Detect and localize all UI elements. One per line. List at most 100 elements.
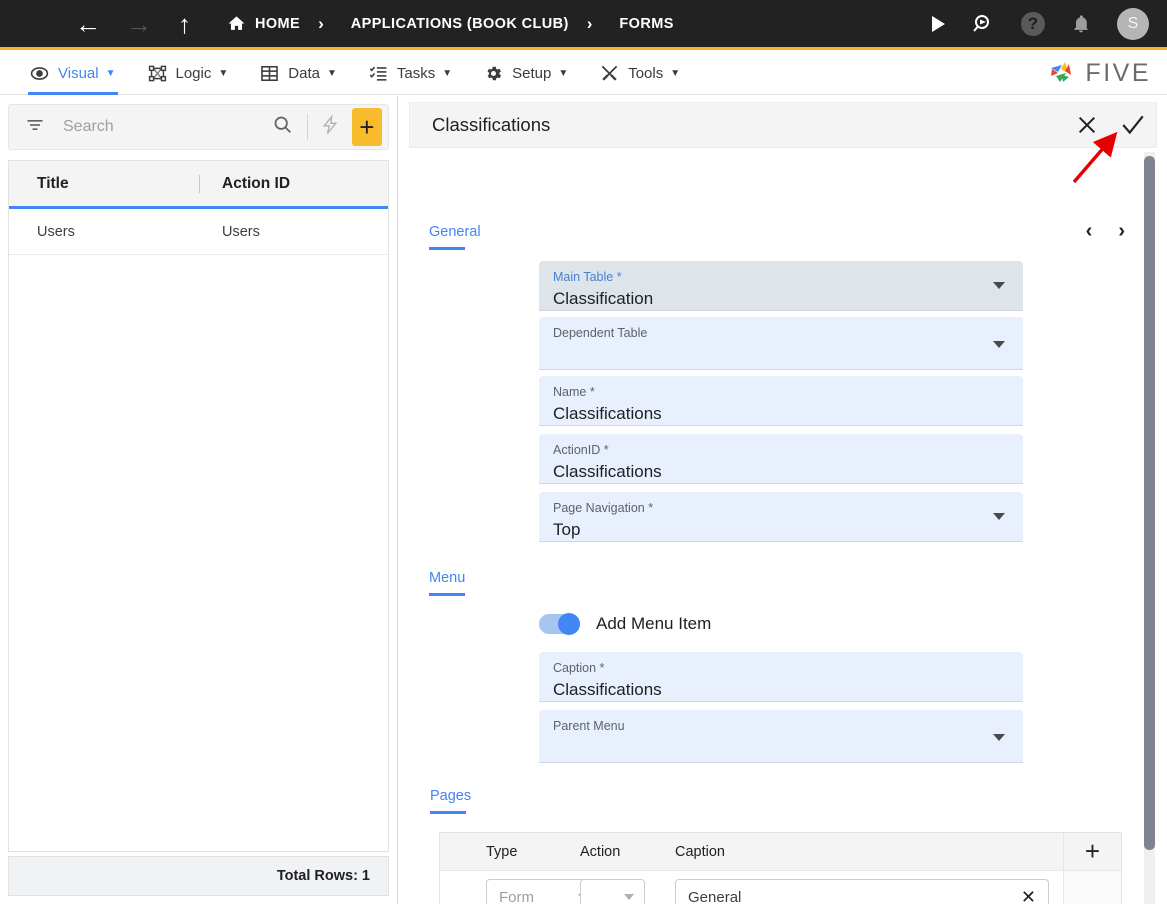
field-label: Name * <box>553 385 595 399</box>
chevron-down-icon: ▼ <box>558 68 569 79</box>
chevron-down-icon: ▼ <box>326 68 337 79</box>
chevron-down-icon: ▼ <box>218 68 229 79</box>
add-form-button[interactable]: + <box>351 108 382 146</box>
module-menu-bar: Visual ▼ Logic ▼ Data ▼ Tasks ▼ Setup ▼ … <box>0 53 1167 95</box>
back-arrow-icon[interactable]: ← <box>75 11 101 37</box>
field-name[interactable]: Name * Classifications <box>539 376 1023 426</box>
action-select[interactable] <box>580 879 645 904</box>
toggle-knob <box>558 613 580 635</box>
table-icon <box>260 64 279 83</box>
clear-caption-icon[interactable]: ✕ <box>1021 887 1036 904</box>
add-menu-item-toggle[interactable] <box>539 613 580 635</box>
column-header-caption: Caption <box>675 843 725 860</box>
field-dependent-table[interactable]: Dependent Table <box>539 317 1023 370</box>
add-page-button[interactable]: + <box>1063 832 1121 871</box>
five-brand-logo: FIVE <box>1049 59 1151 88</box>
menu-label-setup: Setup <box>512 65 552 82</box>
forms-list-panel: + Title Action ID Users Users Total Rows… <box>0 96 398 904</box>
field-parent-menu[interactable]: Parent Menu <box>539 710 1023 763</box>
field-main-table[interactable]: Main Table * Classification <box>539 261 1023 311</box>
field-label: Caption * <box>553 661 605 675</box>
column-header-action: Action <box>580 843 621 860</box>
add-menu-item-row: Add Menu Item <box>539 613 712 635</box>
field-caption[interactable]: Caption * Classifications <box>539 652 1023 702</box>
filter-icon[interactable] <box>25 115 45 140</box>
field-action-id[interactable]: ActionID * Classifications <box>539 434 1023 484</box>
play-icon[interactable] <box>932 15 945 32</box>
lightning-bolt-icon[interactable] <box>320 113 340 141</box>
bell-icon[interactable] <box>1071 13 1091 35</box>
table-row[interactable]: Users Users <box>9 209 388 255</box>
field-page-navigation[interactable]: Page Navigation * Top <box>539 492 1023 542</box>
form-scrollbar-thumb[interactable] <box>1144 156 1155 850</box>
search-input[interactable] <box>61 117 272 137</box>
field-value: Classification <box>553 289 654 308</box>
dropdown-caret-icon[interactable] <box>993 282 1005 289</box>
section-tab-pages[interactable]: Pages <box>430 788 471 814</box>
dropdown-caret-icon[interactable] <box>993 734 1005 741</box>
cell-caption: General ✕ <box>675 879 1063 904</box>
toggle-label: Add Menu Item <box>596 614 712 633</box>
menu-item-tasks[interactable]: Tasks ▼ <box>367 53 454 95</box>
pages-table: Type Action Caption + Form General ✕ <box>439 832 1122 904</box>
confirm-check-button[interactable] <box>1110 102 1156 148</box>
up-arrow-icon[interactable]: ↑ <box>178 11 191 37</box>
close-button[interactable] <box>1064 102 1110 148</box>
menu-item-data[interactable]: Data ▼ <box>258 53 339 95</box>
field-value: Classifications <box>553 404 662 423</box>
tasks-list-icon <box>369 64 388 83</box>
breadcrumb-forms[interactable]: FORMS <box>619 16 673 32</box>
hamburger-menu-icon[interactable] <box>25 18 47 30</box>
home-icon[interactable] <box>227 14 246 33</box>
breadcrumb-applications[interactable]: APPLICATIONS (BOOK CLUB) <box>351 16 569 32</box>
menu-label-visual: Visual <box>58 65 99 82</box>
header-actions <box>1064 102 1156 148</box>
gear-icon <box>484 64 503 83</box>
cell-action-id: Users <box>222 223 260 240</box>
chevron-left-icon[interactable]: ‹ <box>1086 220 1093 243</box>
breadcrumb-separator-2: › <box>586 13 593 33</box>
pages-table-header: Type Action Caption + <box>440 832 1121 871</box>
brand-name: FIVE <box>1085 59 1151 87</box>
section-tab-general[interactable]: General <box>429 224 481 250</box>
table-row: Form General ✕ <box>440 871 1121 904</box>
menu-item-setup[interactable]: Setup ▼ <box>482 53 570 95</box>
dropdown-caret-icon[interactable] <box>993 513 1005 520</box>
caption-input-value: General <box>688 888 742 904</box>
menu-item-visual[interactable]: Visual ▼ <box>28 53 118 95</box>
top-navigation-bar: ← → ↑ HOME › APPLICATIONS (BOOK CLUB) › … <box>0 0 1167 50</box>
user-avatar[interactable]: S <box>1117 7 1149 40</box>
type-select-value: Form <box>499 888 534 904</box>
field-label: Page Navigation * <box>553 501 654 515</box>
menu-label-tasks: Tasks <box>396 65 436 82</box>
chevron-down-icon: ▼ <box>442 68 453 79</box>
field-label: Main Table * <box>553 270 622 284</box>
search-bar: + <box>8 104 389 150</box>
row-action-spacer <box>1063 871 1121 904</box>
form-editor-header: Classifications <box>409 102 1157 148</box>
menu-item-tools[interactable]: Tools ▼ <box>598 53 682 95</box>
breadcrumb-home[interactable]: HOME <box>255 16 300 32</box>
cell-action <box>580 879 675 904</box>
column-header-title[interactable]: Title <box>9 175 199 193</box>
dropdown-caret-icon[interactable] <box>993 341 1005 348</box>
caption-input[interactable]: General ✕ <box>675 879 1049 904</box>
search-play-icon[interactable] <box>971 12 995 36</box>
help-icon[interactable]: ? <box>1021 11 1045 36</box>
search-icon[interactable] <box>272 114 293 140</box>
field-label: Dependent Table <box>553 326 648 340</box>
divider <box>307 114 308 140</box>
tools-icon <box>600 64 619 83</box>
grid-header-row: Title Action ID <box>9 161 388 209</box>
form-editor-panel: Classifications General ‹ › Main Table *… <box>399 96 1167 904</box>
top-bar-actions: ? S <box>906 7 1167 40</box>
page-title: Classifications <box>432 114 551 135</box>
column-header-action-id[interactable]: Action ID <box>200 175 388 193</box>
menu-label-logic: Logic <box>175 65 212 82</box>
column-header-type: Type <box>486 843 518 860</box>
total-rows-label: Total Rows: 1 <box>8 856 389 896</box>
chevron-right-icon[interactable]: › <box>1118 220 1125 243</box>
menu-item-logic[interactable]: Logic ▼ <box>146 53 231 95</box>
dropdown-caret-icon <box>624 894 634 900</box>
section-tab-menu[interactable]: Menu <box>429 570 466 596</box>
